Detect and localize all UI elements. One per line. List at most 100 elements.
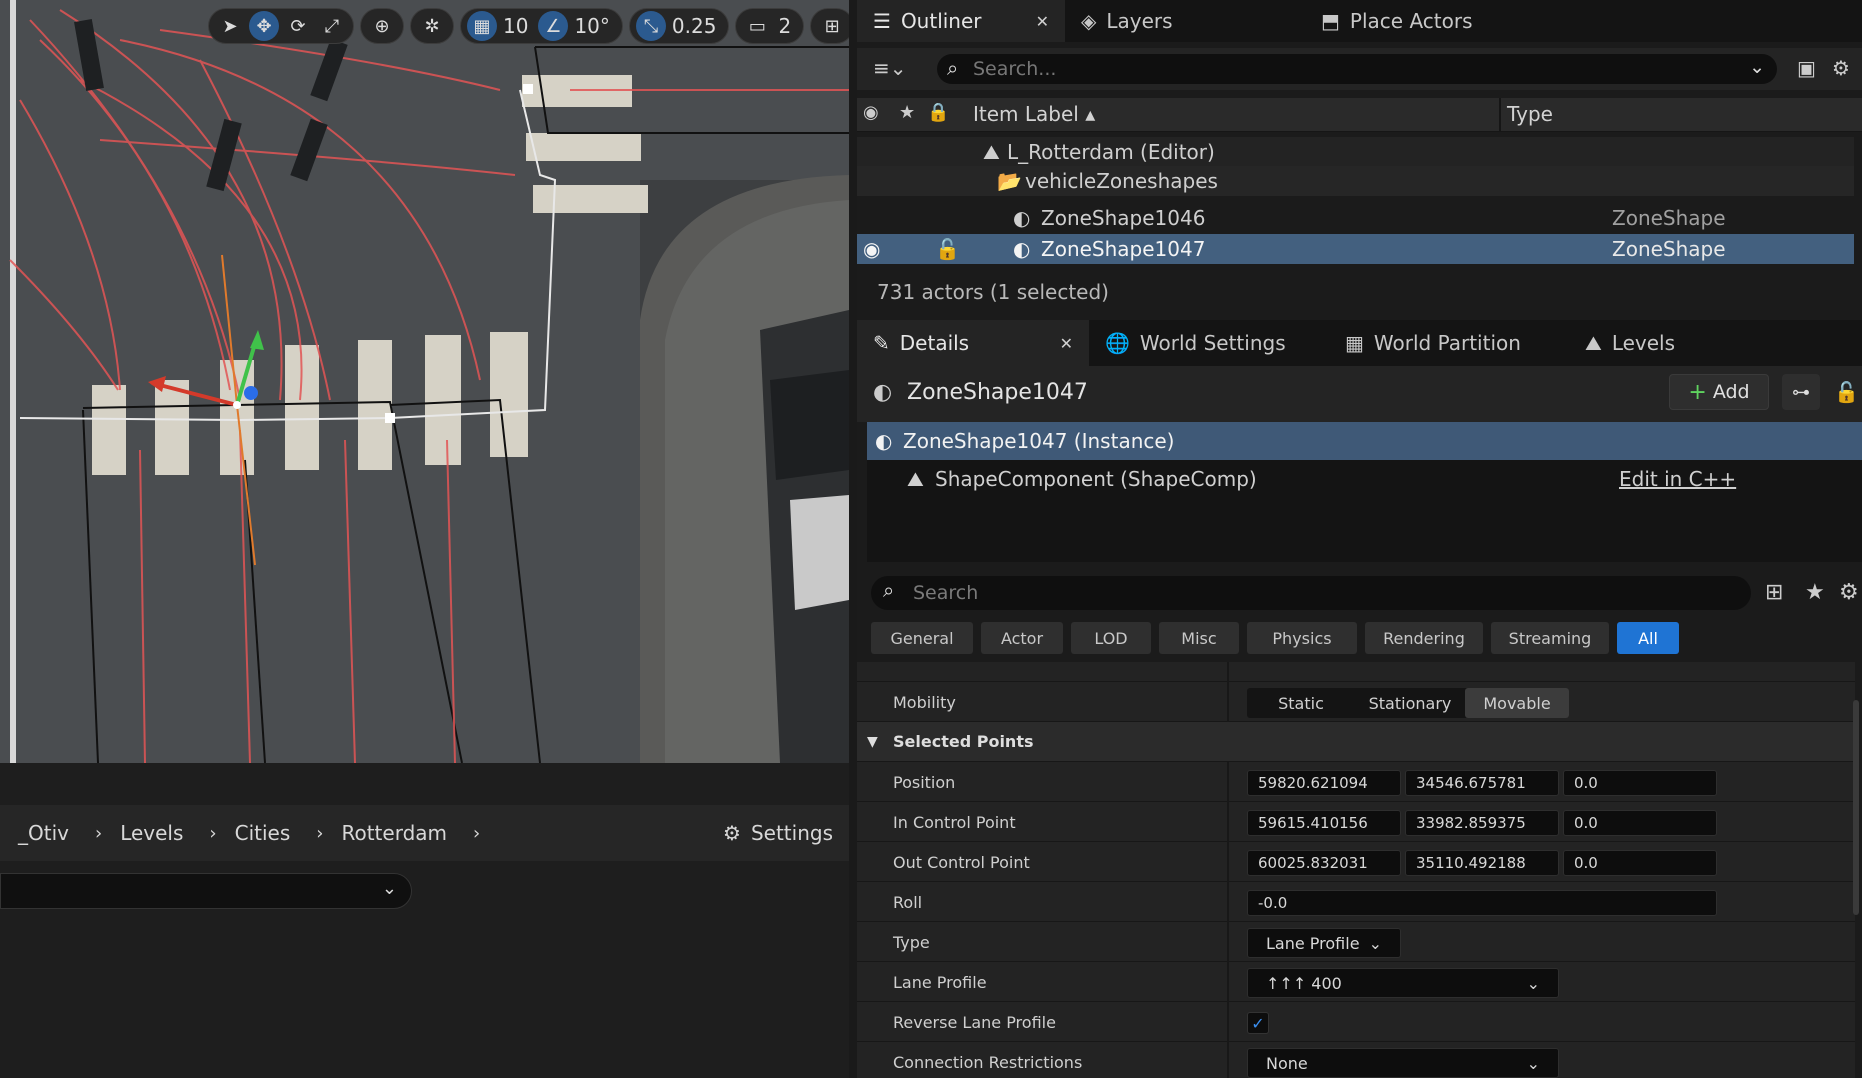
table-view-icon[interactable]: ⊞: [1765, 580, 1783, 605]
outliner-icon: ☰: [873, 9, 891, 33]
surface-snap: ✲: [410, 8, 454, 44]
visibility-icon[interactable]: ◉: [863, 237, 880, 261]
unlock-icon[interactable]: 🔓: [1834, 380, 1859, 404]
outliner-status: 731 actors (1 selected): [877, 280, 1109, 304]
star-icon[interactable]: ★: [1805, 580, 1825, 605]
gear-icon[interactable]: ⚙: [1832, 56, 1850, 80]
column-item-label[interactable]: Item Label ▴: [973, 102, 1095, 126]
layers-icon: ◈: [1081, 9, 1097, 33]
close-icon[interactable]: ✕: [1036, 12, 1049, 31]
roll-field[interactable]: -0.0: [1247, 890, 1717, 916]
type-dropdown[interactable]: Lane Profile ⌄: [1247, 928, 1401, 958]
tab-label: Levels: [1611, 331, 1676, 355]
reverse-lane-profile-checkbox[interactable]: ✓: [1247, 1012, 1269, 1034]
filter-icon[interactable]: ≡⌄: [873, 56, 907, 80]
path-dropdown[interactable]: ⌄: [0, 873, 412, 909]
scale-snap-icon[interactable]: ⤡: [635, 11, 666, 41]
star-icon[interactable]: ★: [899, 102, 915, 123]
viewport-layout-icon[interactable]: ⊞: [817, 11, 847, 41]
filter-misc[interactable]: Misc: [1159, 622, 1239, 654]
breadcrumb-item[interactable]: Cities: [217, 821, 291, 845]
tab-layers[interactable]: ◈ Layers: [1065, 0, 1305, 42]
filter-general[interactable]: General: [871, 622, 973, 654]
lane-profile-dropdown[interactable]: ↑↑↑ 400 ⌄: [1247, 968, 1559, 998]
filter-all[interactable]: All: [1617, 622, 1679, 654]
actor-name[interactable]: ZoneShape1047: [907, 380, 1088, 405]
search-input[interactable]: ⌕ Search... ⌄: [937, 54, 1777, 84]
filter-streaming[interactable]: Streaming: [1491, 622, 1609, 654]
breadcrumb: _Otiv › Levels › Cities › Rotterdam › ⚙ …: [0, 805, 849, 861]
property-row-out-control-point: Out Control Point 60025.832031 35110.492…: [857, 842, 1855, 882]
scale-tool-icon[interactable]: ⤢: [317, 11, 347, 41]
levels-icon: ⛰: [1585, 331, 1602, 355]
rotation-snap-icon[interactable]: ∠: [538, 11, 569, 41]
out-control-z-field[interactable]: 0.0: [1563, 850, 1717, 876]
camera-icon[interactable]: ▭: [742, 11, 772, 41]
details-scrollbar[interactable]: [1853, 700, 1859, 915]
grid-snap-value[interactable]: 10: [501, 14, 534, 38]
settings-button[interactable]: ⚙ Settings: [723, 805, 833, 861]
position-z-field[interactable]: 0.0: [1563, 770, 1717, 796]
details-search-input[interactable]: ⌕ Search: [871, 576, 1751, 610]
grid-snap-icon[interactable]: ▦: [467, 11, 497, 41]
tree-row-level[interactable]: ⛰ L_Rotterdam (Editor): [857, 137, 1854, 167]
tab-place-actors[interactable]: ⬒ Place Actors: [1305, 0, 1545, 42]
filter-actor[interactable]: Actor: [981, 622, 1063, 654]
position-y-field[interactable]: 34546.675781: [1405, 770, 1559, 796]
property-row-connection-restrictions: Connection Restrictions None ⌄: [857, 1042, 1855, 1078]
component-row-shape[interactable]: ⛰ ShapeComponent (ShapeComp) Edit in C++: [867, 460, 1862, 498]
out-control-y-field[interactable]: 35110.492188: [1405, 850, 1559, 876]
chevron-down-icon[interactable]: ⌄: [1749, 56, 1765, 78]
mobility-stationary[interactable]: Stationary: [1355, 688, 1465, 718]
filter-physics[interactable]: Physics: [1247, 622, 1357, 654]
visibility-icon[interactable]: ◉: [863, 102, 879, 123]
breadcrumb-item[interactable]: Rotterdam: [323, 821, 447, 845]
scale-snap-value[interactable]: 0.25: [670, 14, 723, 38]
select-tool-icon[interactable]: ➤: [215, 11, 245, 41]
outliner-tabbar: ☰ Outliner ✕ ◈ Layers ⬒ Place Actors: [857, 0, 1862, 42]
mobility-static[interactable]: Static: [1247, 688, 1355, 718]
lock-icon[interactable]: 🔒: [927, 102, 949, 123]
blueprint-icon[interactable]: ⊶: [1782, 374, 1820, 410]
edit-cpp-link[interactable]: Edit in C++: [1619, 467, 1736, 491]
tab-world-settings[interactable]: 🌐 World Settings: [1089, 320, 1329, 366]
chevron-right-icon: ›: [316, 822, 324, 844]
connection-restrictions-dropdown[interactable]: None ⌄: [1247, 1048, 1559, 1078]
surface-snap-icon[interactable]: ✲: [417, 11, 447, 41]
in-control-z-field[interactable]: 0.0: [1563, 810, 1717, 836]
close-icon[interactable]: ✕: [1060, 334, 1073, 353]
column-type[interactable]: Type: [1507, 102, 1553, 126]
level-viewport[interactable]: ➤ ✥ ⟳ ⤢ ⊕ ✲ ▦ 10 ∠ 10° ⤡ 0.25 ▭ 2 ⊞: [0, 0, 849, 763]
add-folder-icon[interactable]: ▣: [1797, 56, 1816, 80]
in-control-y-field[interactable]: 33982.859375: [1405, 810, 1559, 836]
position-x-field[interactable]: 59820.621094: [1247, 770, 1401, 796]
unlock-icon[interactable]: 🔓: [935, 237, 960, 261]
world-space-icon[interactable]: ⊕: [367, 11, 397, 41]
add-component-button[interactable]: + Add: [1669, 374, 1769, 410]
filter-lod[interactable]: LOD: [1071, 622, 1151, 654]
breadcrumb-item[interactable]: Levels: [102, 821, 183, 845]
in-control-x-field[interactable]: 59615.410156: [1247, 810, 1401, 836]
tree-row-folder[interactable]: 📂 vehicleZoneshapes: [857, 166, 1854, 196]
rotate-tool-icon[interactable]: ⟳: [283, 11, 313, 41]
tree-row-actor[interactable]: ◐ ZoneShape1046 ZoneShape: [857, 203, 1854, 233]
component-row-instance[interactable]: ◐ ZoneShape1047 (Instance): [867, 422, 1862, 460]
out-control-x-field[interactable]: 60025.832031: [1247, 850, 1401, 876]
rotation-snap-value[interactable]: 10°: [572, 14, 615, 38]
section-selected-points[interactable]: ▼ Selected Points: [857, 722, 1855, 762]
tab-levels[interactable]: ⛰ Levels: [1569, 320, 1769, 366]
camera-speed-value[interactable]: 2: [776, 14, 797, 38]
tree-row-actor-selected[interactable]: ◉ 🔓 ◐ ZoneShape1047 ZoneShape: [857, 234, 1854, 264]
world-partition-icon: ▦: [1345, 331, 1364, 355]
translate-tool-icon[interactable]: ✥: [249, 11, 279, 41]
tab-outliner[interactable]: ☰ Outliner ✕: [857, 0, 1065, 42]
mobility-movable[interactable]: Movable: [1465, 688, 1569, 718]
gear-icon[interactable]: ⚙: [1839, 580, 1859, 605]
chevron-right-icon[interactable]: ›: [447, 823, 480, 844]
breadcrumb-item[interactable]: _Otiv: [0, 821, 69, 845]
layout-group: ⊞: [810, 8, 849, 44]
tab-details[interactable]: ✎ Details ✕: [857, 320, 1089, 366]
filter-rendering[interactable]: Rendering: [1365, 622, 1483, 654]
property-grid: Mobility Static Stationary Movable ▼ Sel…: [857, 662, 1855, 1078]
tab-world-partition[interactable]: ▦ World Partition: [1329, 320, 1569, 366]
